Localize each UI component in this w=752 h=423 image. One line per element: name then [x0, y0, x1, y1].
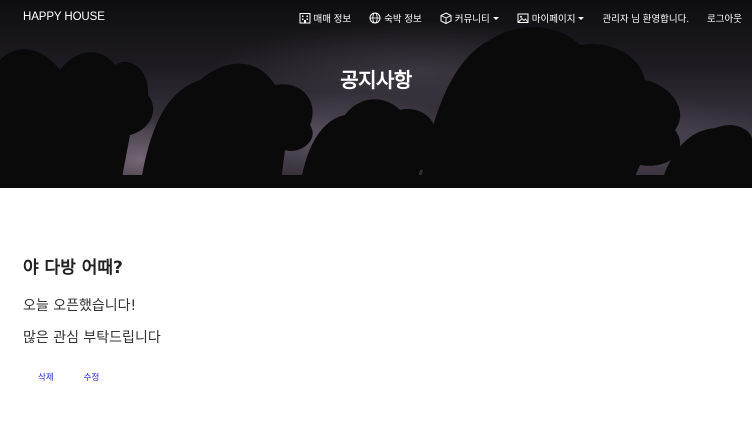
welcome-text: 관리자 님 환영합니다. [602, 14, 690, 25]
nav-item-mypage[interactable]: 마이페이지 [517, 11, 585, 25]
nav-menu: 매매 정보 숙박 정보 커뮤니티 마이페이지 관리자 님 환영합니다. 로그아웃 [281, 11, 742, 25]
nav-item-community[interactable]: 커뮤니티 [440, 11, 499, 25]
nav-item-lodging-info[interactable]: 숙박 정보 [369, 11, 422, 25]
post-title: 야 다방 어때? [23, 258, 123, 278]
nav-item-label: 커뮤니티 [454, 14, 490, 25]
post-header: 야 다방 어때? [23, 253, 123, 278]
image-icon [517, 13, 529, 23]
delete-link[interactable]: 삭제 [38, 371, 54, 383]
hero-banner: HAPPY HOUSE 매매 정보 숙박 정보 커뮤니티 마이페이지 관리자 님… [0, 0, 752, 188]
nav-item-label: 숙박 정보 [384, 14, 422, 25]
caret-down-icon [578, 17, 585, 20]
box-icon [440, 12, 452, 24]
caret-down-icon [492, 17, 499, 20]
edit-link[interactable]: 수정 [84, 371, 100, 383]
brand-logo[interactable]: HAPPY HOUSE [23, 11, 105, 23]
page-title: 공지사항 [340, 68, 412, 92]
post-body-line: 오늘 오픈했습니다! [23, 298, 137, 314]
building-icon [299, 13, 311, 24]
logout-link[interactable]: 로그아웃 [707, 11, 742, 25]
nav-item-trade-info[interactable]: 매매 정보 [299, 11, 352, 25]
top-navbar: HAPPY HOUSE 매매 정보 숙박 정보 커뮤니티 마이페이지 관리자 님… [0, 0, 752, 36]
nav-item-label: 매매 정보 [313, 14, 352, 25]
post-body-line: 많은 관심 부탁드립니다 [23, 330, 161, 346]
post-actions: 삭제 수정 [38, 371, 129, 383]
nav-item-label: 마이페이지 [531, 14, 576, 25]
post-body: 오늘 오픈했습니다! 많은 관심 부탁드립니다 [23, 296, 161, 360]
globe-icon [369, 12, 381, 24]
